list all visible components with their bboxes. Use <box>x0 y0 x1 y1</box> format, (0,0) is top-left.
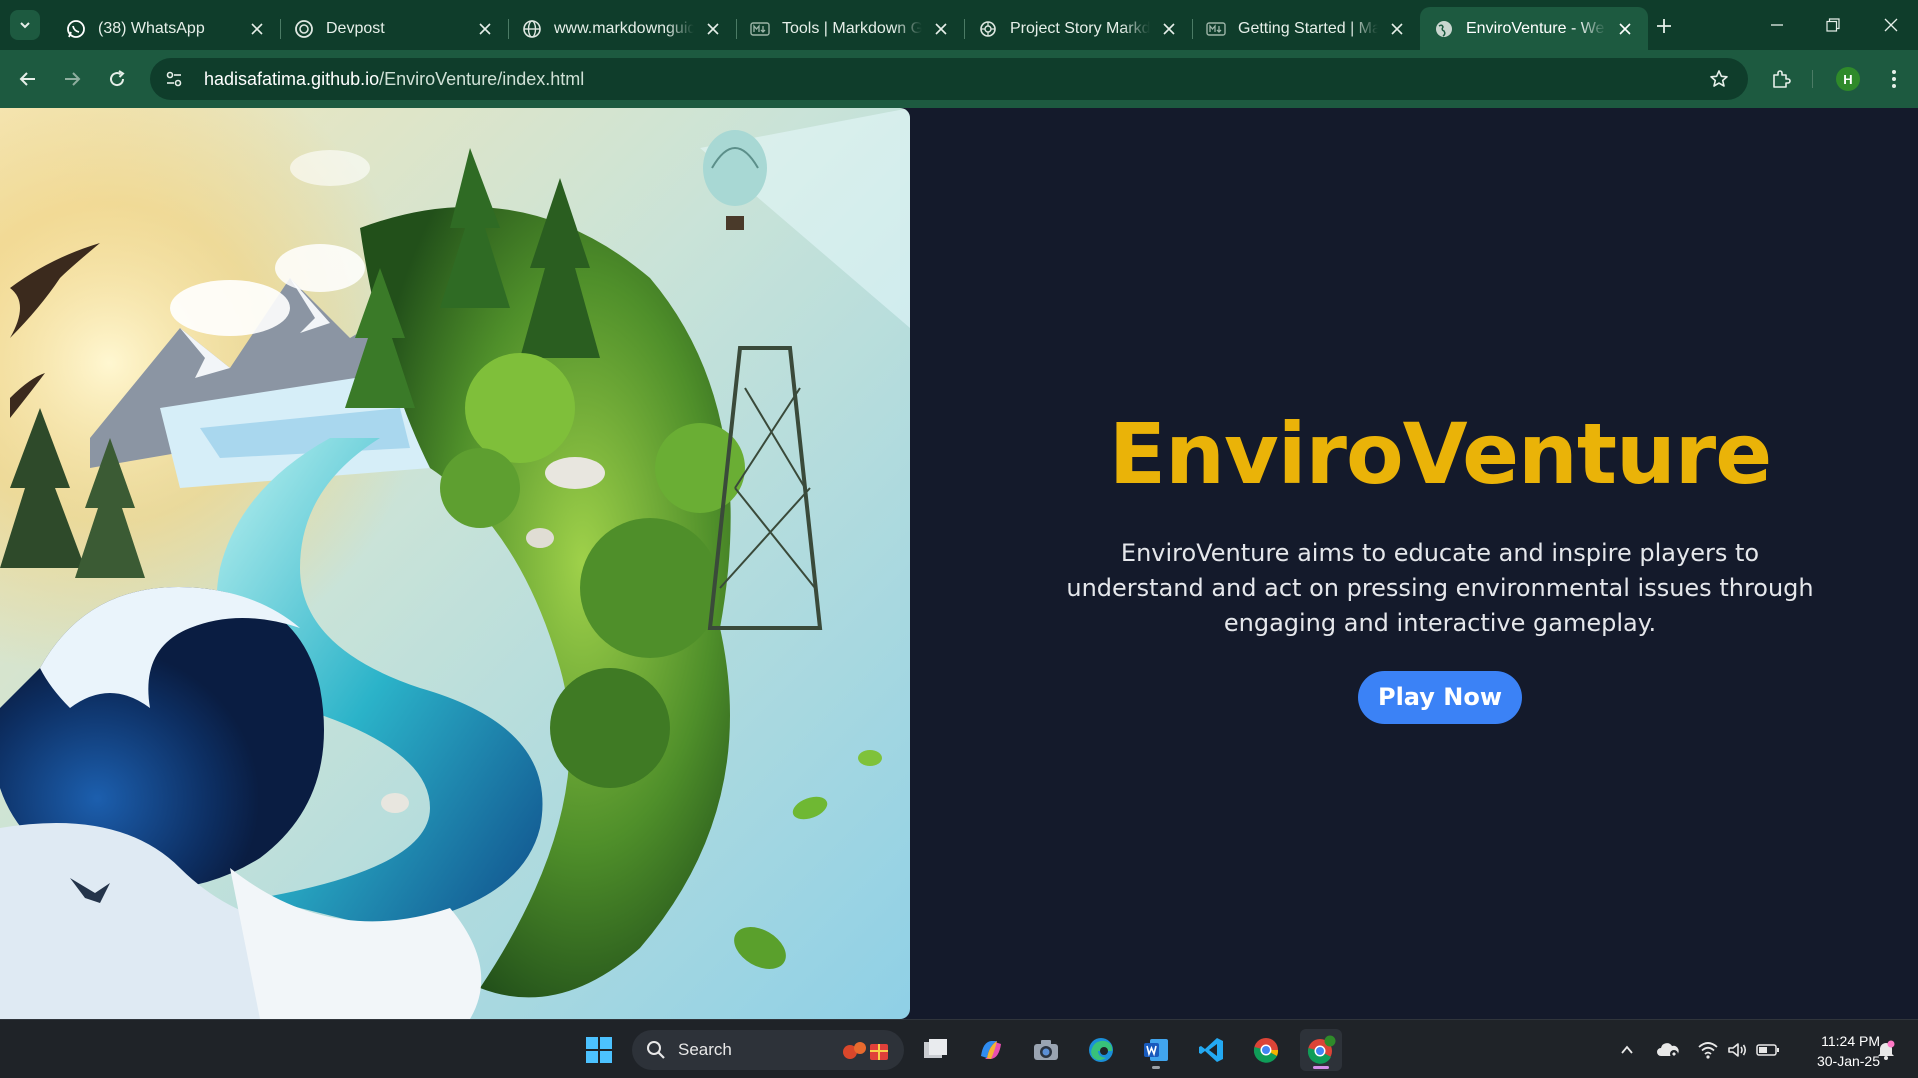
tab-tools-markdown[interactable]: Tools | Markdown Guide <box>736 7 964 50</box>
windows-start-icon[interactable] <box>578 1029 620 1071</box>
close-tab-icon[interactable] <box>1388 20 1406 38</box>
reload-button[interactable] <box>101 63 133 95</box>
battery-icon[interactable] <box>1756 1038 1780 1062</box>
back-button[interactable] <box>12 63 44 95</box>
windows-taskbar: Search 11:24 PM 30-Jan-25 <box>0 1019 1918 1078</box>
search-label: Search <box>678 1040 732 1059</box>
minimize-icon <box>1771 24 1783 26</box>
toolbar-divider <box>1812 70 1813 88</box>
chevron-down-icon <box>20 22 30 29</box>
browser-toolbar: hadisafatima.github.io/EnviroVenture/ind… <box>0 50 1918 108</box>
tab-markdownguide[interactable]: www.markdownguide.org <box>508 7 736 50</box>
page-description: EnviroVenture aims to educate and inspir… <box>1066 539 1814 638</box>
vscode-icon[interactable] <box>1190 1029 1232 1071</box>
plus-icon <box>1657 19 1671 33</box>
close-tab-icon[interactable] <box>704 20 722 38</box>
close-tab-icon[interactable] <box>1160 20 1178 38</box>
tab-enviroventure[interactable]: EnviroVenture - Welcome <box>1420 7 1648 50</box>
taskbar-clock[interactable]: 11:24 PM 30-Jan-25 <box>1790 1031 1880 1071</box>
address-bar[interactable]: hadisafatima.github.io/EnviroVenture/ind… <box>150 58 1748 100</box>
tab-title: Devpost <box>326 19 385 37</box>
url-text[interactable]: hadisafatima.github.io/EnviroVenture/ind… <box>204 69 584 90</box>
show-hidden-icons-icon[interactable] <box>1615 1038 1639 1062</box>
close-tab-icon[interactable] <box>1616 20 1634 38</box>
taskbar-search[interactable]: Search <box>632 1030 904 1070</box>
chrome-profile-icon[interactable] <box>1300 1029 1342 1071</box>
globe-icon <box>1434 19 1454 39</box>
tab-title: EnviroVenture - Welcome <box>1466 19 1606 37</box>
markdown-icon <box>1206 19 1226 39</box>
restore-button[interactable] <box>1818 10 1848 40</box>
clock-time: 11:24 PM <box>1821 1033 1880 1049</box>
tune-icon <box>166 71 182 87</box>
tab-title: Project Story Markdown <box>1010 19 1150 37</box>
tab-title: Getting Started | Markdown <box>1238 19 1378 37</box>
wifi-icon[interactable] <box>1696 1038 1720 1062</box>
search-icon <box>647 1041 665 1059</box>
extensions-button[interactable] <box>1765 63 1797 95</box>
volume-icon[interactable] <box>1726 1038 1750 1062</box>
tab-title: www.markdownguide.org <box>554 19 694 37</box>
minimize-button[interactable] <box>1762 10 1792 40</box>
close-tab-icon[interactable] <box>248 20 266 38</box>
globe-icon <box>522 19 542 39</box>
clock-date: 30-Jan-25 <box>1816 1053 1880 1069</box>
puzzle-icon <box>1773 70 1791 88</box>
play-now-button[interactable]: Play Now <box>1357 671 1523 725</box>
tab-project-story[interactable]: Project Story Markdown <box>964 7 1192 50</box>
tab-devpost[interactable]: Devpost <box>280 7 508 50</box>
camera-icon[interactable] <box>1025 1029 1067 1071</box>
tab-title: Tools | Markdown Guide <box>782 19 922 37</box>
forward-button[interactable] <box>56 63 88 95</box>
markdown-icon <box>750 19 770 39</box>
chrome-icon[interactable] <box>1245 1029 1287 1071</box>
hero-section: EnviroVenture EnviroVenture aims to educ… <box>1050 405 1830 725</box>
page-title: EnviroVenture <box>1108 405 1772 503</box>
close-tab-icon[interactable] <box>476 20 494 38</box>
reload-icon <box>110 70 125 87</box>
site-info-button[interactable] <box>158 63 190 95</box>
url-host: hadisafatima.github.io <box>204 68 380 89</box>
bookmark-button[interactable] <box>1704 64 1734 94</box>
openai-icon <box>978 19 998 39</box>
onedrive-icon[interactable] <box>1656 1038 1680 1062</box>
edge-icon[interactable] <box>1080 1029 1122 1071</box>
close-icon <box>1884 18 1898 32</box>
close-tab-icon[interactable] <box>932 20 950 38</box>
arrow-right-icon <box>65 72 81 86</box>
page-content: EnviroVenture EnviroVenture aims to educ… <box>0 108 1918 1019</box>
devpost-icon <box>294 19 314 39</box>
browser-tab-strip: (38) WhatsApp Devpost www.markdownguide.… <box>0 0 1918 50</box>
arrow-left-icon <box>19 72 35 86</box>
word-icon[interactable] <box>1135 1029 1177 1071</box>
star-icon <box>1710 70 1728 87</box>
file-explorer-icon[interactable] <box>915 1029 957 1071</box>
profile-avatar[interactable]: H <box>1836 67 1860 91</box>
menu-button[interactable] <box>1878 63 1910 95</box>
new-tab-button[interactable] <box>1650 12 1678 40</box>
search-highlight-icon <box>843 1042 888 1060</box>
tab-whatsapp[interactable]: (38) WhatsApp <box>52 7 280 50</box>
whatsapp-icon <box>66 19 86 39</box>
more-vertical-icon <box>1892 70 1896 88</box>
close-window-button[interactable] <box>1876 10 1906 40</box>
restore-icon <box>1826 18 1840 32</box>
tab-getting-started[interactable]: Getting Started | Markdown <box>1192 7 1420 50</box>
notification-bell-icon[interactable] <box>1874 1038 1898 1062</box>
url-path: /EnviroVenture/index.html <box>379 68 585 89</box>
tab-search-button[interactable] <box>10 10 40 40</box>
copilot-icon[interactable] <box>970 1029 1012 1071</box>
hero-illustration <box>0 108 910 1019</box>
tab-title: (38) WhatsApp <box>98 19 205 37</box>
tab-list: (38) WhatsApp Devpost www.markdownguide.… <box>52 7 1648 50</box>
